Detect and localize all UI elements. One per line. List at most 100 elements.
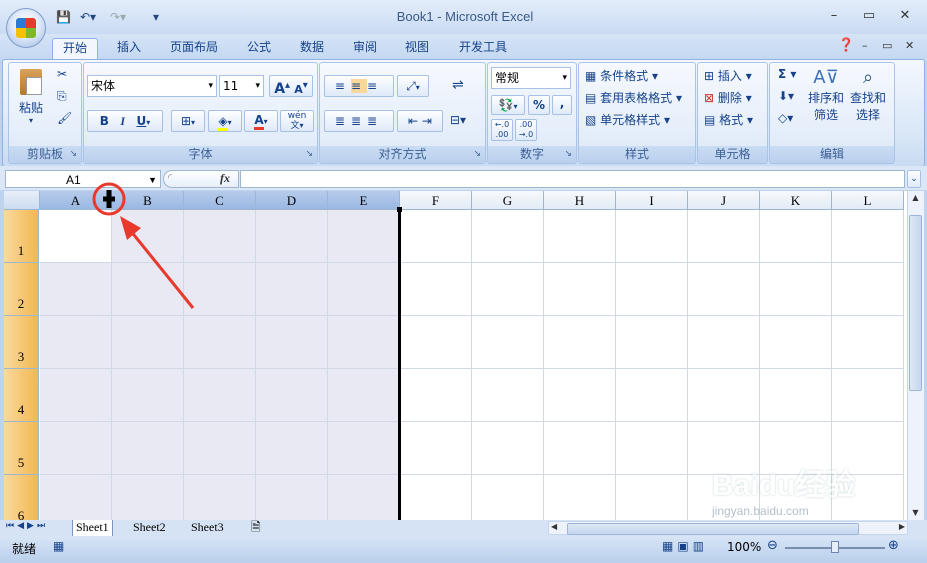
align-top-icon[interactable]: ≡ [335,79,351,93]
copy-icon[interactable]: ⎘ [57,89,67,104]
row-header-5[interactable]: 5 [4,422,39,475]
ribbon-restore-icon[interactable]: ▭ [882,39,892,52]
font-name-combo[interactable]: 宋体 ▾ [87,75,217,97]
fill-color-button[interactable]: ◈▾ [208,110,242,132]
format-as-table-button[interactable]: ▤ 套用表格格式 ▾ [585,89,682,106]
clipboard-launcher-icon[interactable]: ↘ [69,146,77,163]
help-icon[interactable]: ❓ [838,38,854,53]
tab-home[interactable]: 开始 [52,38,99,59]
sheet-tab-2[interactable]: Sheet2 [130,520,169,536]
row-header-3[interactable]: 3 [4,316,39,369]
accounting-format-button[interactable]: 💱▾ [491,95,525,115]
zoom-level[interactable]: 100% [727,540,761,554]
sheet-nav-icons[interactable]: ⏮◀▶⏭ [6,521,48,531]
page-layout-view-icon[interactable]: ▣ [677,539,692,553]
shrink-font-icon[interactable]: A [294,83,303,96]
tab-view[interactable]: 视图 [395,38,439,58]
number-launcher-icon[interactable]: ↘ [564,146,572,163]
close-button[interactable]: ✕ [895,8,915,23]
decrease-indent-icon[interactable]: ⇤ [408,114,418,128]
row-header-6[interactable]: 6 [4,475,39,520]
expand-formula-bar-icon[interactable]: ⌄ [907,170,921,188]
italic-button[interactable]: I [120,114,125,128]
align-left-icon[interactable]: ≣ [335,114,351,128]
conditional-formatting-button[interactable]: ▦ 条件格式 ▾ [585,67,658,84]
sheet-tab-3[interactable]: Sheet3 [188,520,227,536]
paste-button[interactable]: 粘贴 ▾ [15,67,47,125]
zoom-in-icon[interactable]: ⊕ [888,538,899,553]
underline-button[interactable]: U [136,114,146,128]
macro-record-icon[interactable]: ▦ [53,539,64,553]
wrap-text-icon[interactable]: ⇌ [452,77,464,93]
alignment-launcher-icon[interactable]: ↘ [473,146,481,163]
restore-button[interactable]: ▭ [859,8,879,23]
row-header-1[interactable]: 1 [4,210,39,263]
format-cells-button[interactable]: ▤ 格式 ▾ [704,111,753,128]
percent-button[interactable]: % [528,95,550,115]
undo-icon[interactable]: ↶▾ [80,10,96,24]
autosum-button[interactable]: Σ ▾ [778,67,796,81]
ribbon-minimize-icon[interactable]: – [862,39,868,52]
insert-sheet-icon[interactable]: 🗎 [248,520,264,536]
column-header-i[interactable]: I [616,191,688,210]
cut-icon[interactable]: ✂ [57,67,67,81]
number-format-combo[interactable]: 常规 ▾ [491,67,571,89]
minimize-button[interactable]: – [824,8,844,23]
vertical-scroll-thumb[interactable] [909,215,922,391]
borders-button[interactable]: ⊞▾ [171,110,205,132]
fill-handle[interactable] [397,207,402,212]
font-launcher-icon[interactable]: ↘ [305,146,313,163]
page-break-view-icon[interactable]: ▥ [693,539,708,553]
column-header-l[interactable]: L [832,191,904,210]
column-header-k[interactable]: K [760,191,832,210]
column-header-g[interactable]: G [472,191,544,210]
scroll-up-icon[interactable]: ▲ [910,193,921,203]
horizontal-scrollbar[interactable]: ◀ ▶ [548,521,908,535]
save-icon[interactable]: 💾 [56,10,71,24]
column-header-d[interactable]: D [256,191,328,210]
cell-styles-button[interactable]: ▧ 单元格样式 ▾ [585,111,670,128]
format-painter-icon[interactable]: 🖌 [57,111,72,125]
phonetic-button[interactable]: wén 文▾ [280,110,314,132]
row-header-2[interactable]: 2 [4,263,39,316]
insert-function-icon[interactable]: fx [220,171,230,186]
sort-filter-button[interactable]: A⊽ 排序和 筛选 [808,67,844,123]
find-select-button[interactable]: ⌕ 查找和 选择 [848,67,888,123]
zoom-slider-thumb[interactable] [831,541,839,553]
delete-cells-button[interactable]: ⊠ 删除 ▾ [704,89,752,106]
increase-decimal-icon[interactable]: ←.0.00 [491,119,513,141]
tab-developer[interactable]: 开发工具 [449,38,517,58]
tab-review[interactable]: 审阅 [343,38,387,58]
align-right-icon[interactable]: ≣ [367,114,383,128]
clear-icon[interactable]: ◇▾ [778,111,793,125]
tab-data[interactable]: 数据 [290,38,334,58]
align-bottom-icon[interactable]: ≡ [367,79,383,93]
grow-font-icon[interactable]: A [274,81,285,97]
select-all-corner[interactable] [4,191,40,210]
column-header-e[interactable]: E [328,191,400,210]
zoom-out-icon[interactable]: ⊖ [767,538,778,553]
font-grow-shrink-buttons[interactable]: A▴ A▾ [269,75,313,97]
redo-icon[interactable]: ↷▾ [110,10,126,24]
tab-page-layout[interactable]: 页面布局 [160,38,228,58]
column-header-j[interactable]: J [688,191,760,210]
align-middle-icon[interactable]: ≡ [350,79,368,93]
insert-cells-button[interactable]: ⊞ 插入 ▾ [704,67,752,84]
column-header-f[interactable]: F [400,191,472,210]
increase-indent-icon[interactable]: ⇥ [422,114,432,128]
horizontal-scroll-thumb[interactable] [567,523,859,535]
tab-insert[interactable]: 插入 [107,38,151,58]
formula-input[interactable] [240,170,905,188]
column-header-h[interactable]: H [544,191,616,210]
font-size-combo[interactable]: 11 ▾ [219,75,264,97]
vertical-scrollbar[interactable]: ▲ ▼ [907,191,924,520]
tab-formulas[interactable]: 公式 [237,38,281,58]
fill-icon[interactable]: ⬇▾ [778,89,794,103]
bold-button[interactable]: B [100,114,109,128]
ribbon-close-icon[interactable]: ✕ [905,39,914,52]
scroll-down-icon[interactable]: ▼ [910,508,921,518]
comma-style-button[interactable]: , [552,95,572,115]
decrease-decimal-icon[interactable]: .00 →.0 [515,119,537,141]
customize-quick-access-icon[interactable]: ▾ [153,10,159,24]
scroll-left-icon[interactable]: ◀ [551,522,557,531]
